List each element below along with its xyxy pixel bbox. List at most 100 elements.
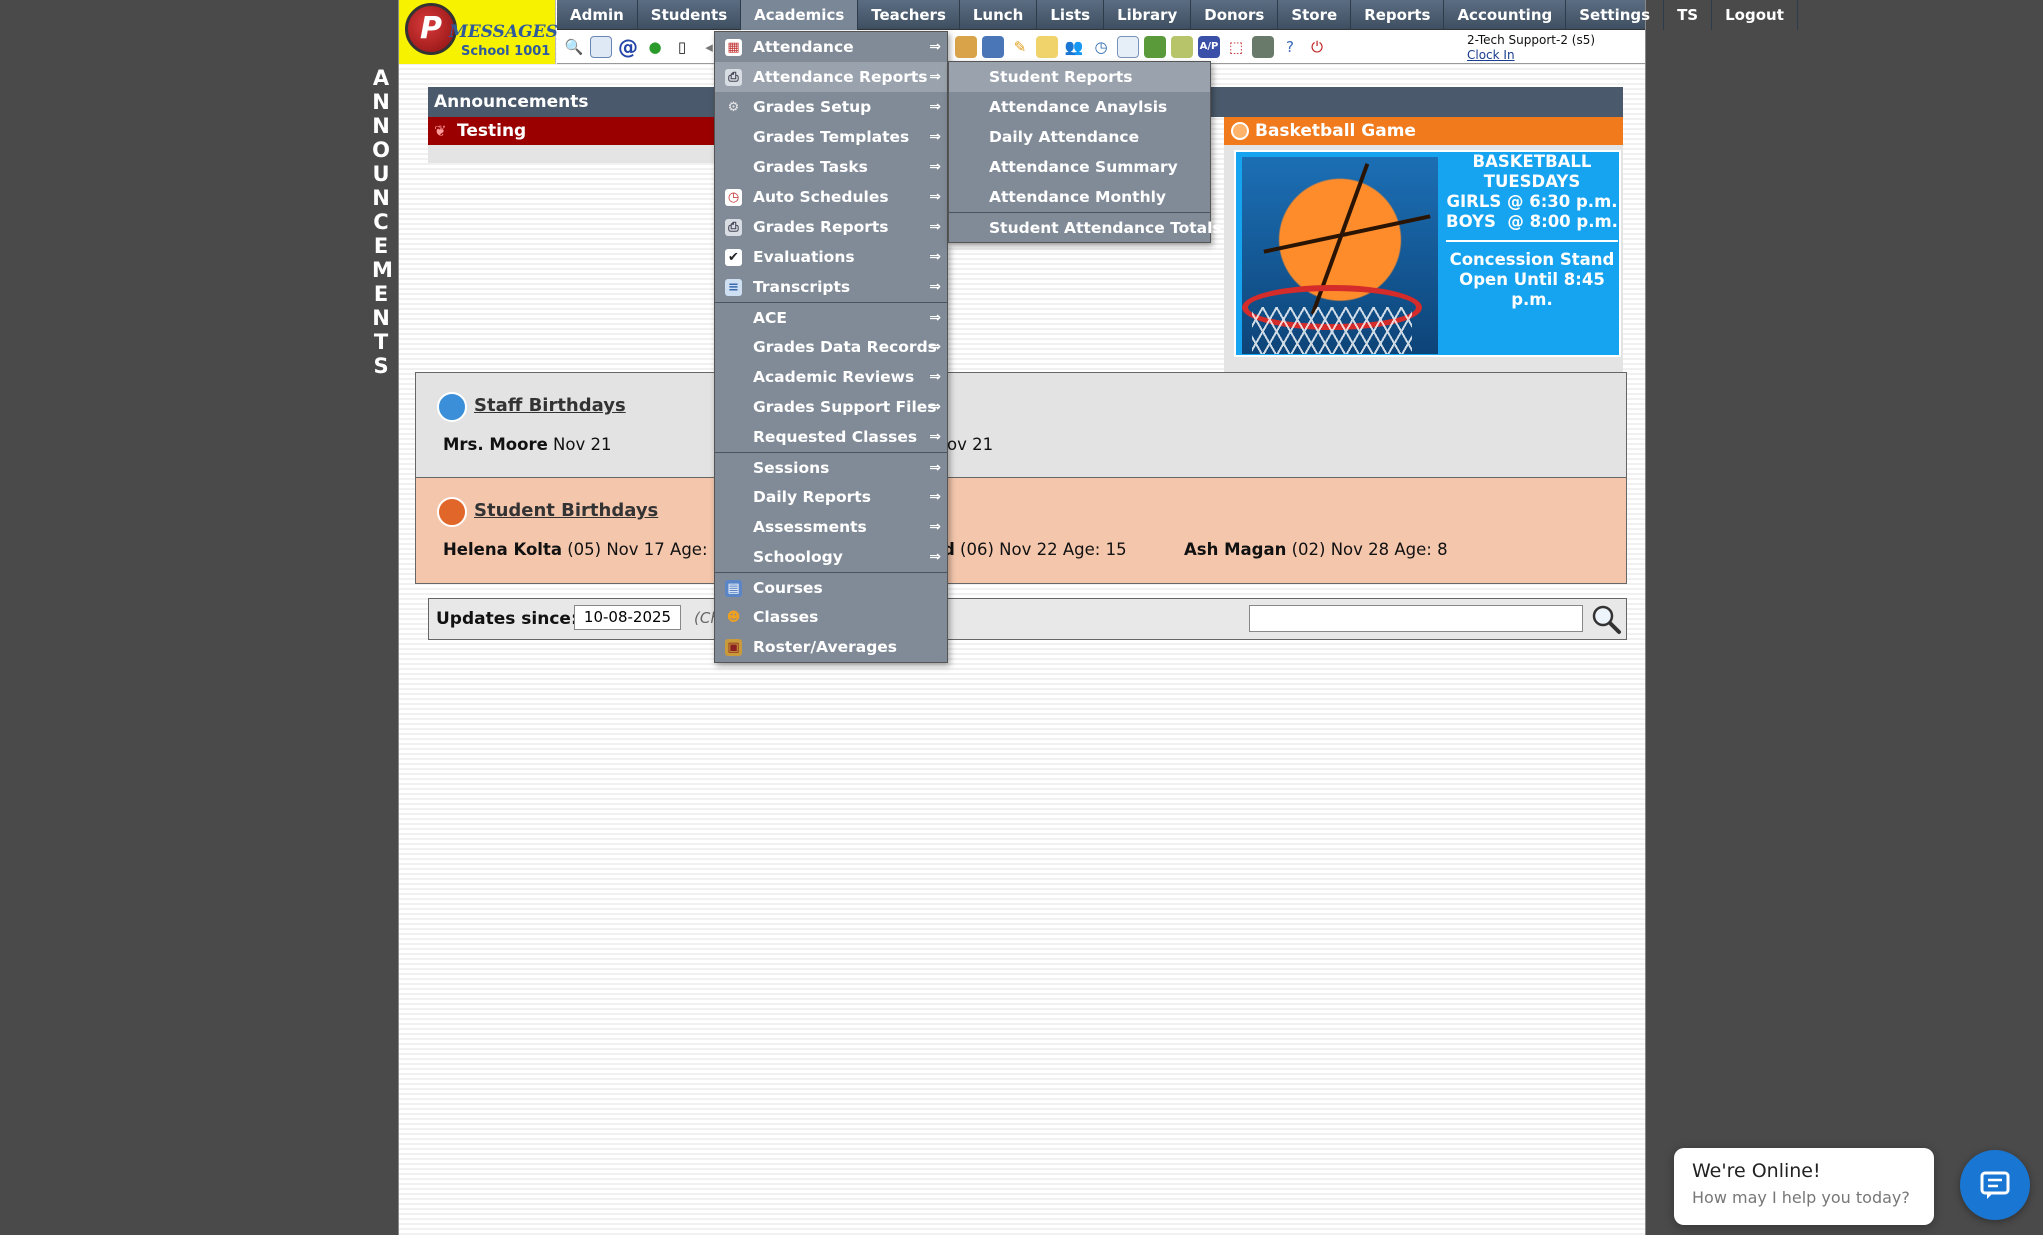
menu-item-auto-schedules[interactable]: ◷ Auto Schedules ⇒ [715,182,947,212]
testing-announcement-title[interactable]: ❦ Testing [428,117,724,145]
user-name: 2-Tech Support-2 (s5) [1467,33,1596,47]
chat-title: We're Online! [1692,1160,1821,1182]
menu-item-label: Classes [753,608,819,626]
updates-date-input[interactable]: 10-08-2025 [574,605,681,630]
calendar-grid-icon[interactable] [590,35,612,58]
menu-item-student-reports[interactable]: Student Reports [949,62,1210,92]
nav-lunch[interactable]: Lunch [960,0,1038,30]
menu-item-label: Daily Reports [753,488,871,506]
nav-settings[interactable]: Settings [1566,0,1665,30]
menu-item-grades-reports[interactable]: ⎙ Grades Reports ⇒ [715,212,947,242]
nav-ts[interactable]: TS [1664,0,1713,30]
menu-item-roster-averages[interactable]: ▣ Roster/Averages [715,632,947,662]
basketball-icon [1231,122,1249,140]
flyer-line: Open Until 8:45 p.m. [1459,270,1605,309]
chat-button[interactable] [1960,1150,2030,1220]
menu-item-label: Attendance [753,38,854,56]
menu-item-grades-data-records[interactable]: Grades Data Records ⇒ [715,332,947,362]
book-icon: ▤ [725,580,742,597]
money-icon[interactable] [1252,35,1274,58]
menu-item-assessments[interactable]: Assessments ⇒ [715,512,947,542]
menu-item-schoology[interactable]: Schoology ⇒ [715,542,947,572]
printer-icon: ⎙ [725,219,742,236]
vertical-letter: N [372,114,390,138]
calendar-icon: ▦ [725,39,742,56]
menu-item-transcripts[interactable]: ≡ Transcripts ⇒ [715,272,947,302]
search-icon[interactable] [1590,603,1622,635]
announcements-vertical-label: ANNOUNCEMENTS [372,66,393,378]
search-input[interactable] [1249,605,1583,632]
menu-item-grades-support-files[interactable]: Grades Support Files ⇒ [715,392,947,422]
power-icon[interactable]: ⏻ [1306,36,1328,58]
flyer-line: BASKETBALL [1472,152,1592,171]
menu-item-courses[interactable]: ▤ Courses [715,572,947,602]
lunch-icon[interactable] [955,35,977,58]
card-icon[interactable] [1144,35,1166,58]
nav-accounting[interactable]: Accounting [1444,0,1567,30]
vertical-letter: M [372,258,393,282]
menu-item-sessions[interactable]: Sessions ⇒ [715,452,947,482]
nav-lists[interactable]: Lists [1037,0,1105,30]
checkbox-icon: ✔ [725,249,742,266]
users-icon[interactable]: 👥 [1063,36,1085,58]
accounts-payable-icon[interactable]: A/P [1198,35,1220,58]
updates-since-label: Updates since: [436,609,578,629]
menu-item-daily-reports[interactable]: Daily Reports ⇒ [715,482,947,512]
search-icon[interactable]: 🔍 [563,36,585,58]
nav-reports[interactable]: Reports [1351,0,1445,30]
transfer-icon[interactable] [1036,35,1058,58]
student-birthdays-panel: Student Birthdays Helena Kolta (05) Nov … [415,478,1627,584]
menu-item-grades-setup[interactable]: ⚙ Grades Setup ⇒ [715,92,947,122]
school-logo[interactable]: P MESSAGES School 1001 [399,0,558,64]
pencil-icon[interactable]: ✎ [1009,36,1031,58]
menu-item-daily-attendance[interactable]: Daily Attendance [949,122,1210,152]
menu-item-grades-tasks[interactable]: Grades Tasks ⇒ [715,152,947,182]
menu-item-classes[interactable]: ☻ Classes [715,602,947,632]
submenu-arrow-icon: ⇒ [929,369,941,385]
nav-teachers[interactable]: Teachers [858,0,960,30]
nav-store[interactable]: Store [1278,0,1352,30]
basketball-announcement-title[interactable]: Basketball Game [1224,117,1623,145]
submenu-arrow-icon: ⇒ [929,219,941,235]
chat-prompt[interactable]: We're Online! How may I help you today? [1674,1148,1934,1225]
menu-item-academic-reviews[interactable]: Academic Reviews ⇒ [715,362,947,392]
roster-icon: ▣ [725,639,742,656]
nav-logout[interactable]: Logout [1712,0,1798,30]
menu-item-label: Roster/Averages [753,638,898,656]
printer-icon[interactable] [1171,35,1193,58]
menu-item-attendance-summary[interactable]: Attendance Summary [949,152,1210,182]
menu-item-requested-classes[interactable]: Requested Classes ⇒ [715,422,947,452]
menu-item-ace[interactable]: ACE ⇒ [715,302,947,332]
help-icon[interactable]: ? [1279,36,1301,58]
student-birthday-entry: Ash Magan (02) Nov 28 Age: 8 [1184,540,1448,559]
nav-donors[interactable]: Donors [1191,0,1279,30]
staff-birthdays-title[interactable]: Staff Birthdays [474,395,626,416]
book-icon[interactable] [982,35,1004,58]
menu-item-evaluations[interactable]: ✔ Evaluations ⇒ [715,242,947,272]
menu-item-attendance[interactable]: ▦ Attendance ⇒ [715,32,947,62]
menu-item-student-attendance-totals[interactable]: Student Attendance Totals [949,212,1222,242]
nav-academics[interactable]: Academics [741,0,859,30]
nav-library[interactable]: Library [1104,0,1192,30]
flyer-line: TUESDAYS [1483,172,1581,191]
phone-icon[interactable]: ▯ [671,36,693,58]
logo-school-name: School 1001 [461,44,551,59]
clock-icon[interactable]: ◷ [1090,36,1112,58]
email-icon[interactable]: @ [617,36,639,58]
top-navigation: Admin Students Academics Teachers Lunch Lists… [557,0,1798,30]
pdf-icon[interactable]: ⬚ [1225,36,1247,58]
menu-item-attendance-reports[interactable]: ⎙ Attendance Reports ⇒ [715,62,947,92]
menu-item-grades-templates[interactable]: Grades Templates ⇒ [715,122,947,152]
nav-students[interactable]: Students [638,0,742,30]
menu-item-attendance-anaylsis[interactable]: Attendance Anaylsis [949,92,1210,122]
submenu-arrow-icon: ⇒ [929,159,941,175]
menu-item-attendance-monthly[interactable]: Attendance Monthly [949,182,1210,212]
spreadsheet-icon[interactable] [1117,35,1139,58]
student-birthdays-title[interactable]: Student Birthdays [474,500,658,521]
message-icon[interactable]: ● [644,36,666,58]
clock-in-link[interactable]: Clock In [1467,48,1515,62]
menu-item-label: Attendance Summary [989,158,1178,176]
nav-admin[interactable]: Admin [557,0,638,30]
chat-icon [1980,1171,2010,1199]
flyer-line: GIRLS @ 6:30 p.m. [1446,192,1618,211]
